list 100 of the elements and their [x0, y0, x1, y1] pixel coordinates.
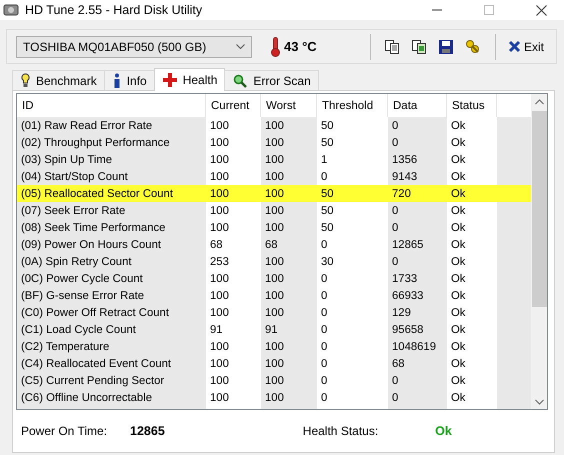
table-cell-text: Ok	[450, 136, 466, 150]
table-cell-text: 0	[320, 356, 328, 372]
table-cell: 0	[388, 117, 447, 134]
table-cell: 100	[261, 389, 317, 406]
table-row[interactable]: (09) Power On Hours Count 68 68 0 12865 Ok	[17, 236, 531, 253]
table-cell-text: Ok	[450, 272, 466, 286]
table-cell: 0	[388, 219, 447, 236]
table-cell-text: Ok	[450, 118, 466, 134]
table-cell: 100	[261, 117, 317, 134]
table-cell: 12865	[388, 236, 447, 253]
table-cell: 91	[261, 321, 317, 338]
table-cell: 100	[261, 151, 317, 168]
table-cell-text: 100	[209, 356, 230, 372]
table-cell: (C2) Temperature	[17, 338, 206, 355]
table-cell-text: 720	[391, 186, 412, 202]
table-cell-text: Ok	[450, 254, 466, 270]
table-cell-text: 50	[320, 220, 335, 236]
table-cell: 0	[388, 372, 447, 389]
table-row[interactable]: (0A) Spin Retry Count 253 100 30 0 Ok	[17, 253, 531, 270]
table-cell: (04) Start/Stop Count	[17, 168, 206, 185]
health-status-label: Health Status:	[302, 424, 378, 438]
table-cell-text: 253	[209, 254, 230, 270]
table-cell-text: 0	[320, 170, 328, 184]
table-cell: 0	[388, 202, 447, 219]
tab[interactable]: Benchmark	[12, 70, 105, 90]
table-cell: (02) Throughput Performance	[17, 134, 206, 151]
table-cell-text: 100	[209, 220, 230, 236]
table-cell: (03) Spin Up Time	[17, 151, 206, 168]
tab[interactable]: Error Scan	[224, 70, 319, 90]
table-row[interactable]: (0C) Power Cycle Count 100 100 0 1733 Ok	[17, 270, 531, 287]
health-status-value: Ok	[435, 424, 452, 438]
close-icon[interactable]	[536, 4, 546, 16]
table-cell-text: Ok	[450, 152, 466, 168]
minimize-icon[interactable]	[432, 9, 442, 11]
table-cell-text: Ok	[450, 390, 466, 406]
table-cell-text: Ok	[450, 186, 466, 202]
app-icon	[3, 3, 19, 17]
table-cell-text: 0	[320, 288, 328, 304]
table-row[interactable]: (C4) Reallocated Event Count 100 100 0 68 Ok	[17, 355, 531, 372]
table-cell: 100	[261, 355, 317, 372]
table-row[interactable]: (04) Start/Stop Count 100 100 0 9143 Ok	[17, 168, 531, 185]
tab[interactable]: Info	[104, 70, 155, 90]
table-cell-text: 50	[320, 118, 335, 134]
table-cell: (C0) Power Off Retract Count	[17, 304, 206, 321]
table-cell-text: Ok	[450, 204, 466, 218]
caret-icon	[236, 44, 245, 50]
exit-button[interactable]: Exit	[504, 38, 548, 56]
table-cell: 100	[261, 338, 317, 355]
table-cell-text: Ok	[450, 170, 466, 184]
scrollbar[interactable]	[531, 94, 547, 409]
table-row[interactable]: (BF) G-sense Error Rate 100 100 0 66933 Ok	[17, 287, 531, 304]
medical-cross-icon	[162, 73, 177, 87]
table-row[interactable]: (C0) Power Off Retract Count 100 100 0 129 Ok	[17, 304, 531, 321]
table-row[interactable]: (08) Seek Time Performance 100 100 50 0 Ok	[17, 219, 531, 236]
table-cell: 0	[388, 389, 447, 406]
table-cell-text: 100	[209, 306, 230, 320]
table-cell: 1048619	[388, 338, 447, 355]
table-row[interactable]: (03) Spin Up Time 100 100 1 1356 Ok	[17, 151, 531, 168]
window-title: HD Tune 2.55 - Hard Disk Utility	[25, 3, 204, 17]
table-cell: 100	[261, 168, 317, 185]
column-header[interactable]: Threshold	[317, 94, 388, 117]
tab[interactable]: Health	[154, 68, 226, 91]
table-row[interactable]: (C2) Temperature 100 100 0 1048619 Ok	[17, 338, 531, 355]
table-cell-text: Ok	[450, 306, 466, 320]
table-cell: (C6) Offline Uncorrectable	[17, 389, 206, 406]
table-cell: 100	[261, 253, 317, 270]
lightbulb-icon	[21, 73, 30, 88]
table-cell: 66933	[388, 287, 447, 304]
table-cell-text: 100	[264, 186, 285, 202]
column-header[interactable]: Current	[206, 94, 261, 117]
drive-dropdown[interactable]: TOSHIBA MQ01ABF050 (500 GB)	[16, 36, 252, 58]
table-cell: 100	[261, 304, 317, 321]
table-cell: 1733	[388, 270, 447, 287]
table-cell: 100	[261, 134, 317, 151]
table-cell-text: Ok	[450, 322, 466, 338]
table-cell: (0C) Power Cycle Count	[17, 270, 206, 287]
table-cell-text: 100	[209, 136, 230, 150]
table-cell: (C5) Current Pending Sector	[17, 372, 206, 389]
table-row[interactable]: (C6) Offline Uncorrectable 100 100 0 0 Ok	[17, 389, 531, 406]
table-cell-text: 100	[209, 186, 230, 202]
temperature-reading: 43 °C	[284, 39, 317, 54]
table-row[interactable]: (07) Seek Error Rate 100 100 50 0 Ok	[17, 202, 531, 219]
table-cell-text: 0	[320, 390, 328, 406]
info-icon	[112, 73, 121, 88]
table-row[interactable]: (C5) Current Pending Sector 100 100 0 0 Ok	[17, 372, 531, 389]
table-row[interactable]: (02) Throughput Performance 100 100 50 0 Ok	[17, 134, 531, 151]
table-cell-text: 50	[320, 136, 335, 150]
table-row[interactable]: (05) Reallocated Sector Count 100 100 50 720 Ok	[17, 185, 531, 202]
table-cell: 100	[261, 270, 317, 287]
column-header[interactable]: Status	[447, 94, 497, 117]
table-cell-text: 0	[320, 374, 328, 388]
table-cell-text: 50	[320, 186, 335, 202]
table-row[interactable]: (C1) Load Cycle Count 91 91 0 95658 Ok	[17, 321, 531, 338]
table-cell-text: 0	[320, 322, 328, 338]
scroll-up-icon[interactable]	[534, 98, 544, 104]
scroll-down-icon[interactable]	[534, 398, 544, 404]
table-cell-text: 100	[209, 288, 230, 304]
table-row[interactable]: (01) Raw Read Error Rate 100 100 50 0 Ok	[17, 117, 531, 134]
table-cell-text: Ok	[450, 288, 466, 304]
table-cell-text: 50	[320, 204, 335, 218]
